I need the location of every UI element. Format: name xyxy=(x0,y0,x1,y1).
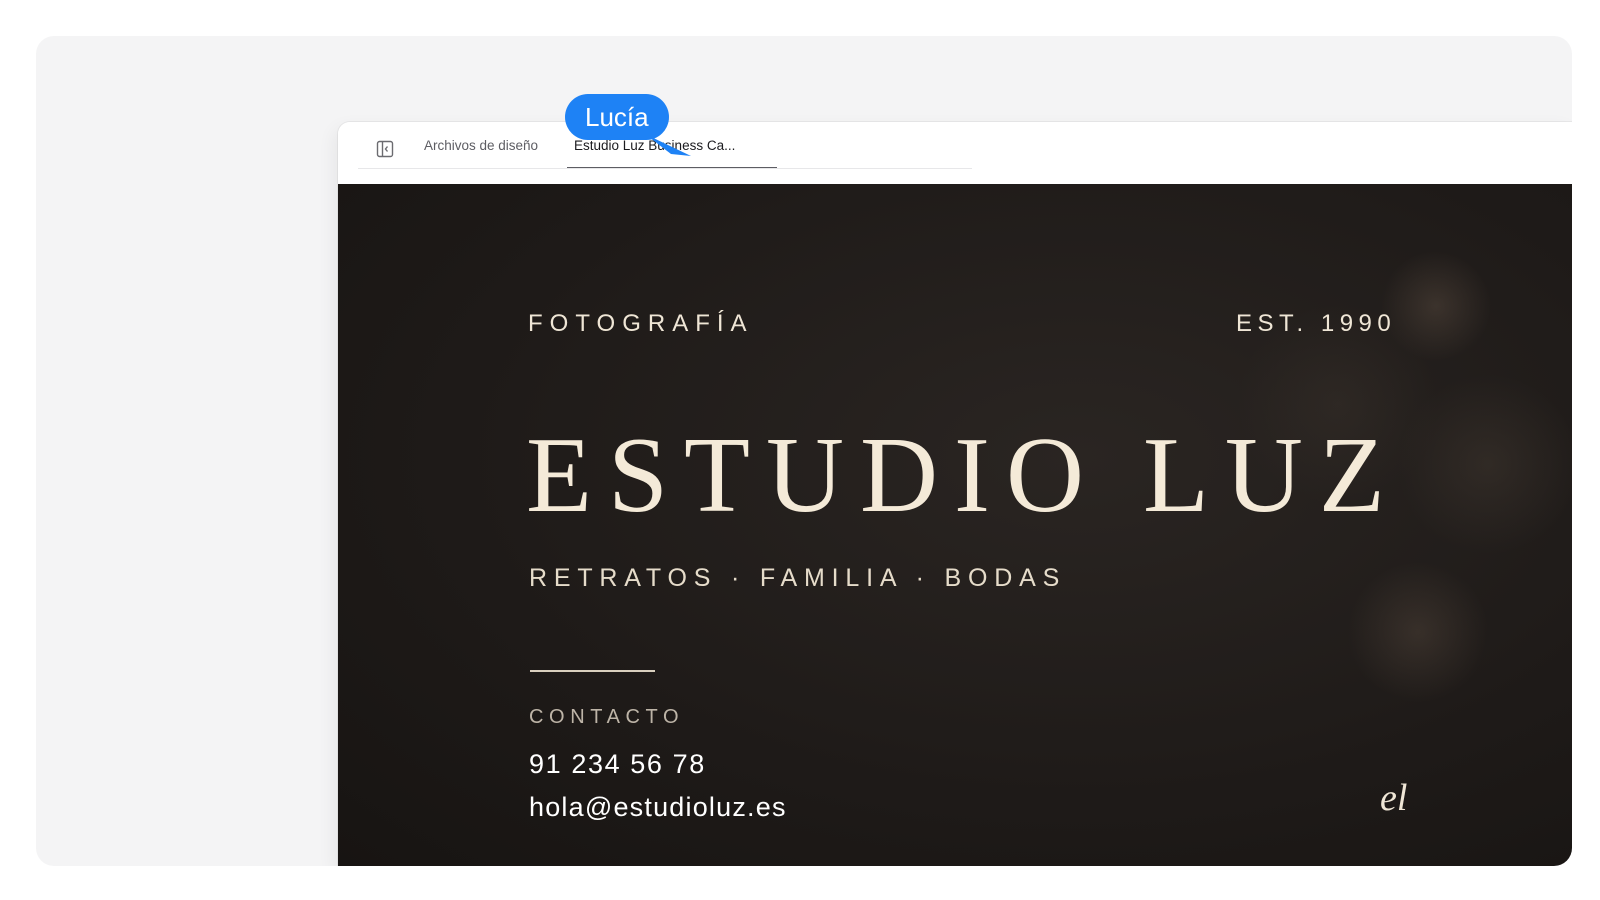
card-established-label: EST. 1990 xyxy=(1236,310,1397,337)
card-monogram: el xyxy=(1380,777,1408,819)
card-services-line: RETRATOS · FAMILIA · BODAS xyxy=(529,564,1067,592)
sidebar-toggle-icon xyxy=(376,140,394,158)
card-studio-name: ESTUDIO LUZ xyxy=(526,416,1401,535)
business-card-canvas[interactable]: FOTOGRAFÍA EST. 1990 ESTUDIO LUZ RETRATO… xyxy=(338,184,1572,866)
card-category-label: FOTOGRAFÍA xyxy=(528,310,754,337)
card-divider xyxy=(530,670,655,672)
sidebar-toggle-button[interactable] xyxy=(374,138,396,160)
tab-bar: Archivos de diseño Estudio Luz Business … xyxy=(338,122,1572,186)
card-email: hola@estudioluz.es xyxy=(529,792,787,822)
collaborator-cursor-label: Lucía xyxy=(565,94,669,140)
card-contact-heading: CONTACTO xyxy=(529,706,685,728)
workspace-background: Archivos de diseño Estudio Luz Business … xyxy=(36,36,1572,866)
design-editor-window: Archivos de diseño Estudio Luz Business … xyxy=(338,122,1572,866)
card-phone: 91 234 56 78 xyxy=(529,749,706,779)
tab-bar-divider xyxy=(358,168,972,169)
tab-design-files[interactable]: Archivos de diseño xyxy=(424,134,538,168)
